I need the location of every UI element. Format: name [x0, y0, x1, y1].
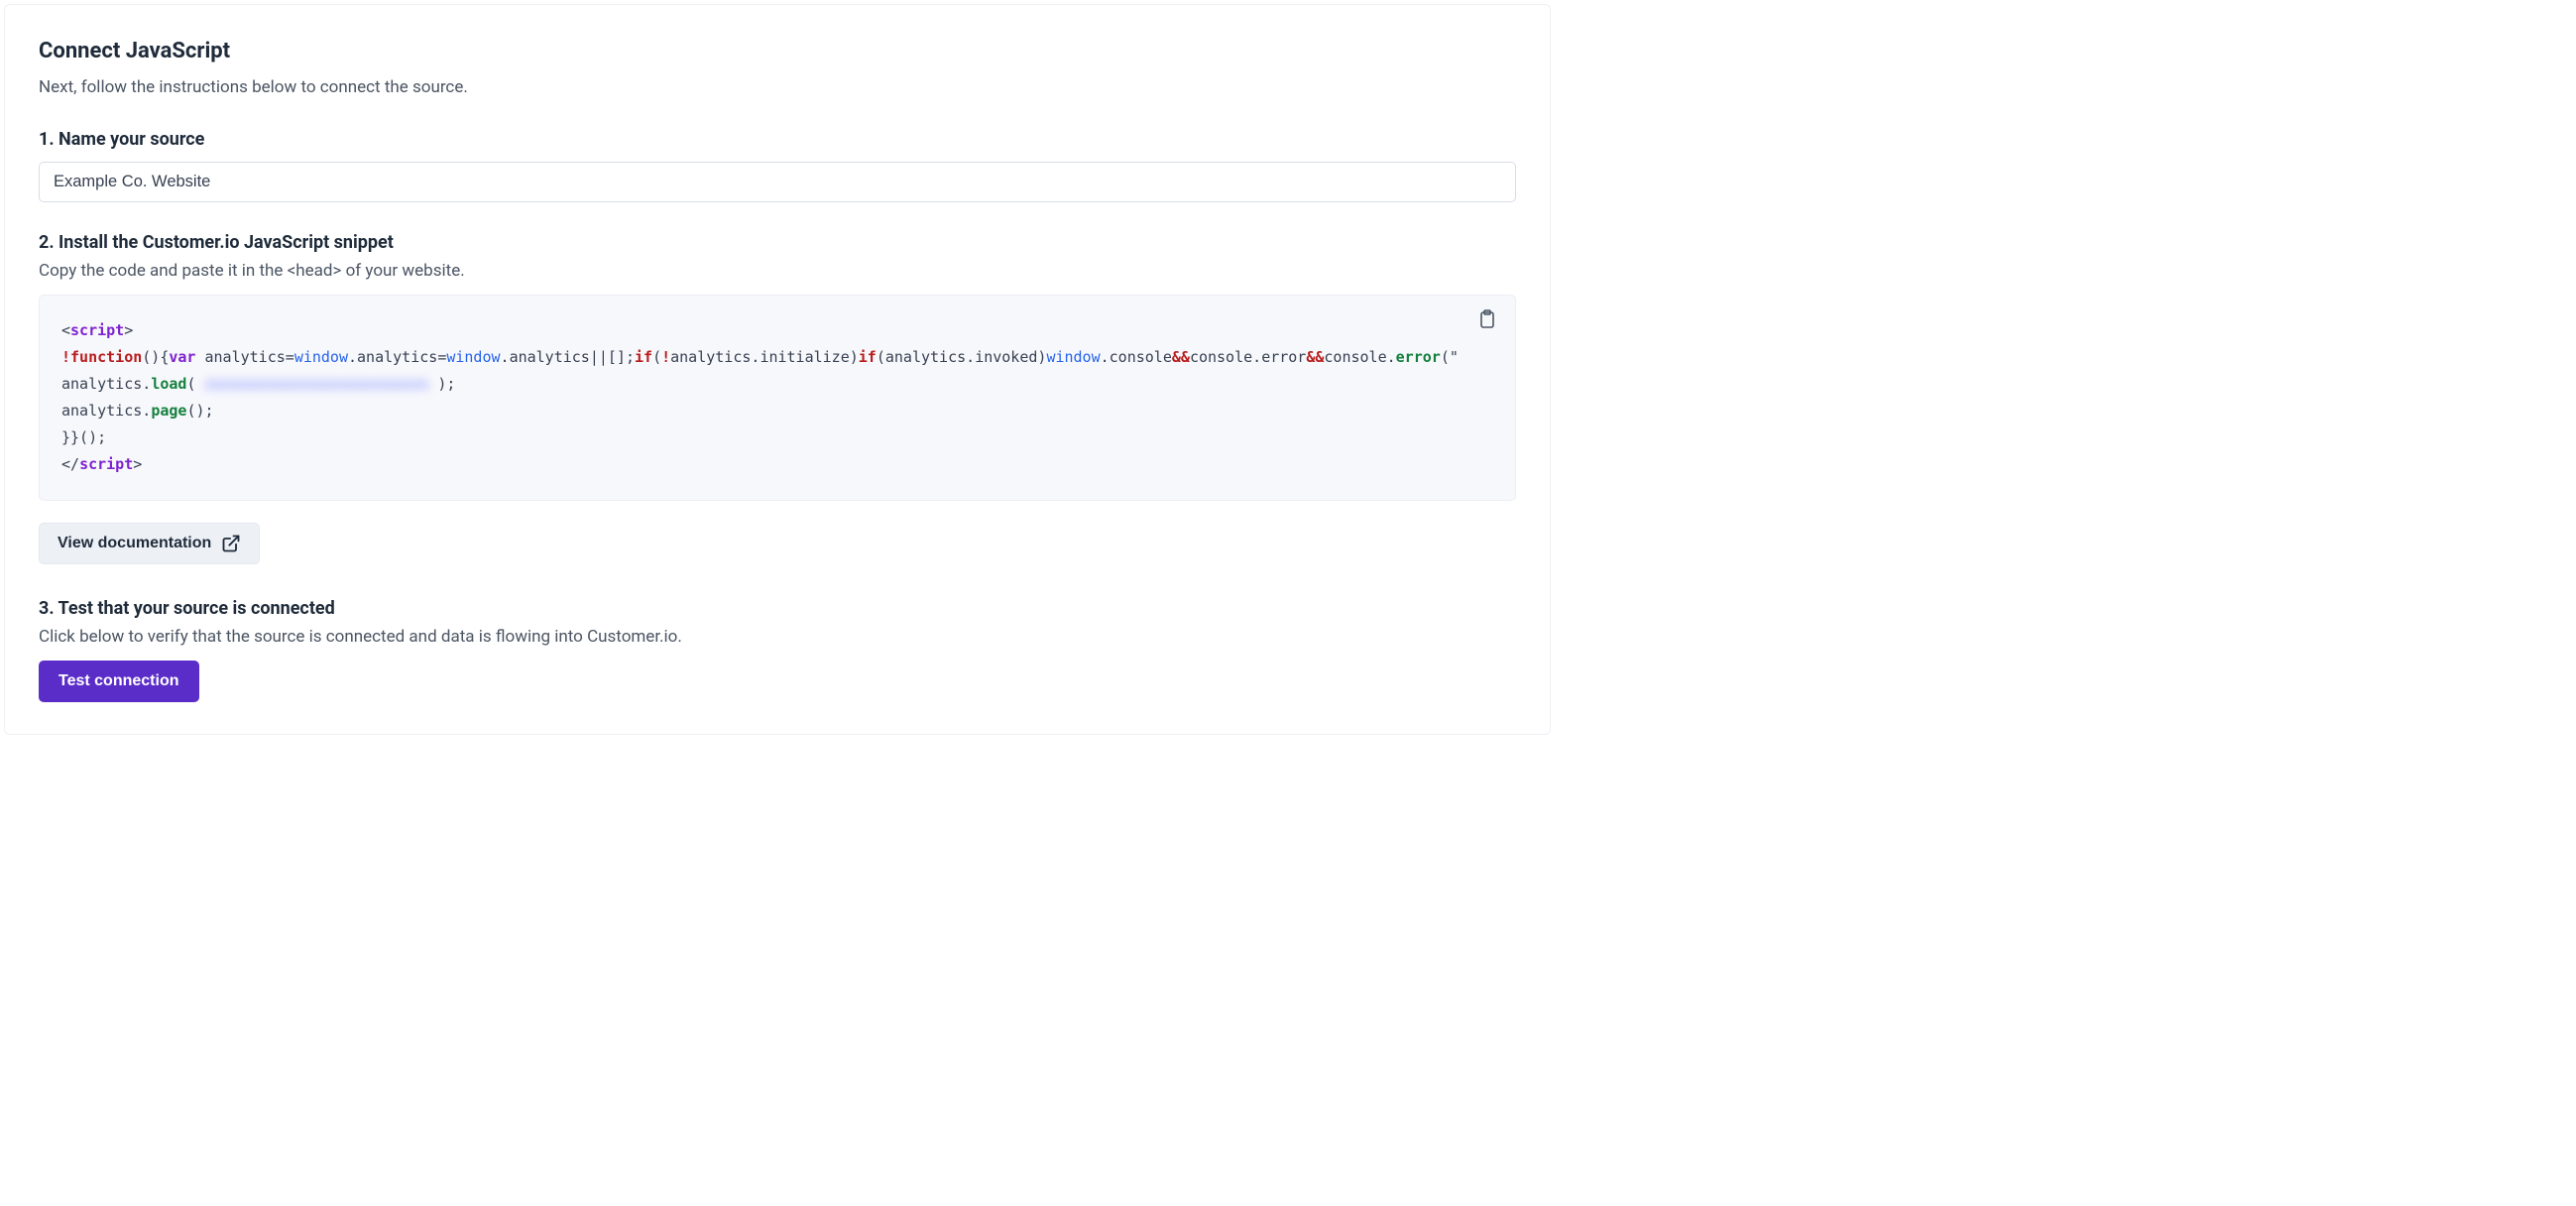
external-link-icon: [221, 534, 241, 553]
code-token: analytics: [61, 375, 142, 393]
code-token: analytics: [885, 348, 966, 366]
code-token: analytics: [670, 348, 751, 366]
code-token: error: [1261, 348, 1306, 366]
code-token: [195, 348, 204, 366]
code-token: error: [1396, 348, 1441, 366]
view-documentation-button[interactable]: View documentation: [39, 523, 260, 564]
code-token: (: [877, 348, 885, 366]
code-token: invoked: [975, 348, 1037, 366]
code-token: .: [966, 348, 975, 366]
code-token: page: [151, 402, 186, 420]
code-token: var: [169, 348, 195, 366]
code-token: load: [151, 375, 186, 393]
code-token: (: [652, 348, 661, 366]
code-token: }}();: [61, 428, 106, 446]
code-token: .: [142, 375, 151, 393]
code-token: (": [1441, 348, 1459, 366]
code-token: .: [348, 348, 357, 366]
code-token: window: [446, 348, 500, 366]
code-token: !: [61, 348, 70, 366]
test-connection-button[interactable]: Test connection: [39, 661, 199, 702]
code-token: window: [1046, 348, 1100, 366]
code-token: .: [501, 348, 510, 366]
code-token: .: [1101, 348, 1110, 366]
code-token: .: [1252, 348, 1261, 366]
code-token: script: [79, 455, 133, 473]
clipboard-icon: [1478, 309, 1496, 329]
code-token: <: [61, 321, 70, 339]
code-token: function: [70, 348, 142, 366]
code-token: if: [635, 348, 652, 366]
code-token: .: [1387, 348, 1396, 366]
page-subtitle: Next, follow the instructions below to c…: [39, 77, 1516, 97]
code-token: ||[];: [590, 348, 635, 366]
code-token: analytics: [205, 348, 286, 366]
code-token: );: [437, 375, 455, 393]
code-token: =: [286, 348, 294, 366]
copy-code-button[interactable]: [1478, 308, 1500, 330]
view-documentation-label: View documentation: [58, 535, 211, 552]
step2-heading: 2. Install the Customer.io JavaScript sn…: [39, 232, 1516, 253]
code-token: >: [124, 321, 133, 339]
code-token: !: [661, 348, 670, 366]
step3-heading: 3. Test that your source is connected: [39, 598, 1516, 619]
page-title: Connect JavaScript: [39, 39, 1516, 63]
code-token: analytics: [357, 348, 437, 366]
connect-javascript-panel: Connect JavaScript Next, follow the inst…: [4, 4, 1551, 735]
step3-subheading: Click below to verify that the source is…: [39, 627, 1516, 647]
code-token: &&: [1306, 348, 1324, 366]
code-token: console: [1190, 348, 1252, 366]
code-token: </: [61, 455, 79, 473]
code-token: console: [1110, 348, 1172, 366]
code-token: if: [859, 348, 877, 366]
code-token: console: [1324, 348, 1386, 366]
source-name-input[interactable]: [39, 162, 1516, 202]
code-token: &&: [1172, 348, 1190, 366]
step1-heading: 1. Name your source: [39, 129, 1516, 150]
code-token: =: [437, 348, 446, 366]
code-token: (){: [142, 348, 169, 366]
code-snippet[interactable]: <script> !function(){var analytics=windo…: [39, 295, 1516, 501]
code-token: ): [850, 348, 859, 366]
code-token: analytics: [510, 348, 590, 366]
code-token: [428, 375, 437, 393]
code-token: script: [70, 321, 124, 339]
api-key-masked: xxxxxxxxxxxxxxxxxxxxxxxxx: [205, 375, 429, 393]
step2-subheading: Copy the code and paste it in the <head>…: [39, 261, 1516, 281]
code-block-container: <script> !function(){var analytics=windo…: [39, 295, 1516, 501]
code-token: analytics: [61, 402, 142, 420]
code-token: .: [142, 402, 151, 420]
code-token: window: [294, 348, 348, 366]
code-token: [195, 375, 204, 393]
code-token: >: [133, 455, 142, 473]
code-token: initialize: [760, 348, 849, 366]
code-token: ();: [186, 402, 213, 420]
